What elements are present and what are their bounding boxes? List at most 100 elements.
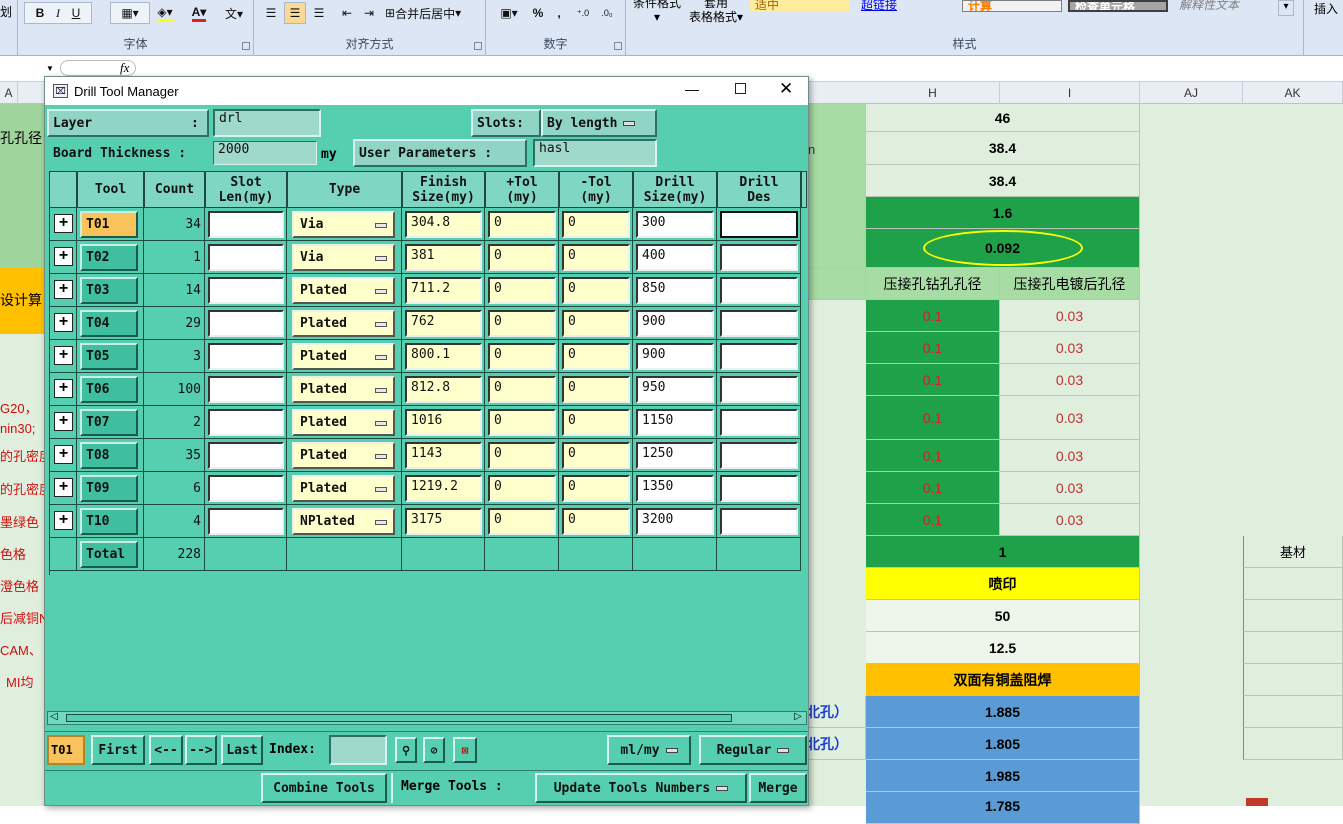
minus-tol-input[interactable]: 0 [562, 310, 630, 337]
drill-des-input[interactable] [720, 475, 798, 502]
type-dropdown[interactable]: NPlated [292, 508, 395, 535]
layer-input[interactable]: drl [213, 109, 321, 137]
drill-size-input[interactable]: 900 [636, 343, 714, 370]
slots-dropdown[interactable]: By length [541, 109, 657, 137]
cell-h-value[interactable]: 1.6 [866, 197, 1140, 229]
slot-len-input[interactable] [208, 409, 284, 436]
drill-des-input[interactable] [720, 508, 798, 535]
cell-h-red[interactable]: 0.1 [866, 300, 1000, 332]
close-icon[interactable]: ✕ [779, 79, 793, 99]
drill-size-input[interactable]: 400 [636, 244, 714, 271]
maximize-icon[interactable] [735, 83, 746, 94]
cell-ak[interactable] [1243, 664, 1343, 696]
fill-color-button[interactable]: ◈▾ [148, 2, 182, 24]
type-dropdown[interactable]: Plated [292, 442, 395, 469]
cell-h-lower[interactable]: 50 [866, 600, 1140, 632]
plus-tol-input[interactable]: 0 [488, 244, 556, 271]
drill-size-input[interactable]: 1350 [636, 475, 714, 502]
minus-tol-input[interactable]: 0 [562, 211, 630, 238]
finish-size-input[interactable]: 800.1 [405, 343, 482, 370]
tool-button[interactable]: T04 [80, 310, 138, 337]
cell-h-value[interactable]: 46 [866, 104, 1140, 132]
finish-size-input[interactable]: 1219.2 [405, 475, 482, 502]
underline-button[interactable]: U [67, 6, 85, 20]
type-dropdown[interactable]: Via [292, 244, 395, 271]
cell-h-lower[interactable]: 12.5 [866, 632, 1140, 664]
slot-len-input[interactable] [208, 211, 284, 238]
expand-row-button[interactable]: + [54, 379, 73, 398]
filter-button[interactable]: ⊘ [423, 737, 445, 763]
type-dropdown[interactable]: Plated [292, 343, 395, 370]
style-check-cell[interactable]: 检查单元格 [1068, 0, 1168, 12]
cell-h-value[interactable]: 38.4 [866, 165, 1140, 197]
cell-ak[interactable] [1243, 568, 1343, 600]
search-tool-button[interactable]: ⚲ [395, 737, 417, 763]
cell-h-red[interactable]: 0.1 [866, 440, 1000, 472]
expand-row-button[interactable]: + [54, 445, 73, 464]
cell-h-red[interactable]: 0.1 [866, 504, 1000, 536]
drill-des-input[interactable] [720, 244, 798, 271]
cell-i-red[interactable]: 0.03 [1000, 300, 1140, 332]
horizontal-scrollbar[interactable]: ◁ ▷ [47, 711, 807, 725]
minus-tol-input[interactable]: 0 [562, 277, 630, 304]
tool-button[interactable]: T01 [80, 211, 138, 238]
slot-len-input[interactable] [208, 310, 284, 337]
drill-des-input[interactable] [720, 277, 798, 304]
finish-size-input[interactable]: 812.8 [405, 376, 482, 403]
plus-tol-input[interactable]: 0 [488, 508, 556, 535]
cell-ak-label[interactable]: 基材 [1243, 536, 1343, 568]
tool-button[interactable]: T07 [80, 409, 138, 436]
expand-row-button[interactable]: + [54, 511, 73, 530]
cell-ak[interactable] [1243, 728, 1343, 760]
insert-button[interactable]: 插入 [1314, 2, 1338, 16]
expand-row-button[interactable]: + [54, 412, 73, 431]
cell-i-red[interactable]: 0.03 [1000, 364, 1140, 396]
thickness-input[interactable]: 2000 [213, 141, 317, 165]
align-left-button[interactable]: ☰ [260, 2, 282, 24]
style-calculation[interactable]: 计算 [962, 0, 1062, 12]
slot-len-input[interactable] [208, 475, 284, 502]
cell-ak[interactable] [1243, 632, 1343, 664]
scroll-left-icon[interactable]: ◁ [50, 711, 58, 722]
first-button[interactable]: First [91, 735, 145, 765]
style-hyperlink[interactable]: 超链接 [856, 0, 956, 12]
increase-decimal-button[interactable]: ⁺.0 [572, 2, 594, 24]
increase-indent-button[interactable]: ⇥ [358, 2, 380, 24]
number-dialog-launcher[interactable] [614, 42, 622, 50]
finish-size-input[interactable]: 381 [405, 244, 482, 271]
col-a[interactable]: A [0, 82, 18, 104]
delete-button[interactable]: ⊠ [453, 737, 477, 763]
units-dropdown[interactable]: ml/my [607, 735, 691, 765]
cell-ak[interactable] [1243, 696, 1343, 728]
type-dropdown[interactable]: Via [292, 211, 395, 238]
cell-h-red[interactable]: 0.1 [866, 396, 1000, 440]
finish-size-input[interactable]: 762 [405, 310, 482, 337]
tool-button[interactable]: T02 [80, 244, 138, 271]
finish-size-input[interactable]: 304.8 [405, 211, 482, 238]
currency-button[interactable]: ▣▾ [492, 2, 526, 24]
minus-tol-input[interactable]: 0 [562, 409, 630, 436]
drill-size-input[interactable]: 1250 [636, 442, 714, 469]
col-i[interactable]: I [1000, 82, 1140, 104]
drill-size-input[interactable]: 950 [636, 376, 714, 403]
decrease-indent-button[interactable]: ⇤ [336, 2, 358, 24]
cell-h-red[interactable]: 0.1 [866, 332, 1000, 364]
col-aj[interactable]: AJ [1140, 82, 1243, 104]
scroll-right-icon[interactable]: ▷ [794, 711, 802, 722]
drill-size-input[interactable]: 900 [636, 310, 714, 337]
prev-button[interactable]: <-- [149, 735, 183, 765]
cell-h-lower[interactable]: 1.885 [866, 696, 1140, 728]
cell-h-highlighted[interactable]: 0.092 [866, 229, 1140, 268]
conditional-format-button[interactable]: 条件格式 ▾ [632, 0, 682, 24]
cell-h-lower[interactable]: 1 [866, 536, 1140, 568]
expand-row-button[interactable]: + [54, 214, 73, 233]
plus-tol-input[interactable]: 0 [488, 376, 556, 403]
plus-tol-input[interactable]: 0 [488, 409, 556, 436]
name-box-dropdown[interactable]: ▼ [46, 64, 54, 73]
merge-center-button[interactable]: ⊞ 合并后居中 ▾ [384, 2, 480, 24]
drill-size-input[interactable]: 3200 [636, 508, 714, 535]
align-right-button[interactable]: ☰ [308, 2, 330, 24]
cell-h-lower[interactable]: 1.785 [866, 792, 1140, 824]
font-color-button[interactable]: A▾ [182, 2, 216, 24]
comma-button[interactable]: , [552, 2, 566, 24]
